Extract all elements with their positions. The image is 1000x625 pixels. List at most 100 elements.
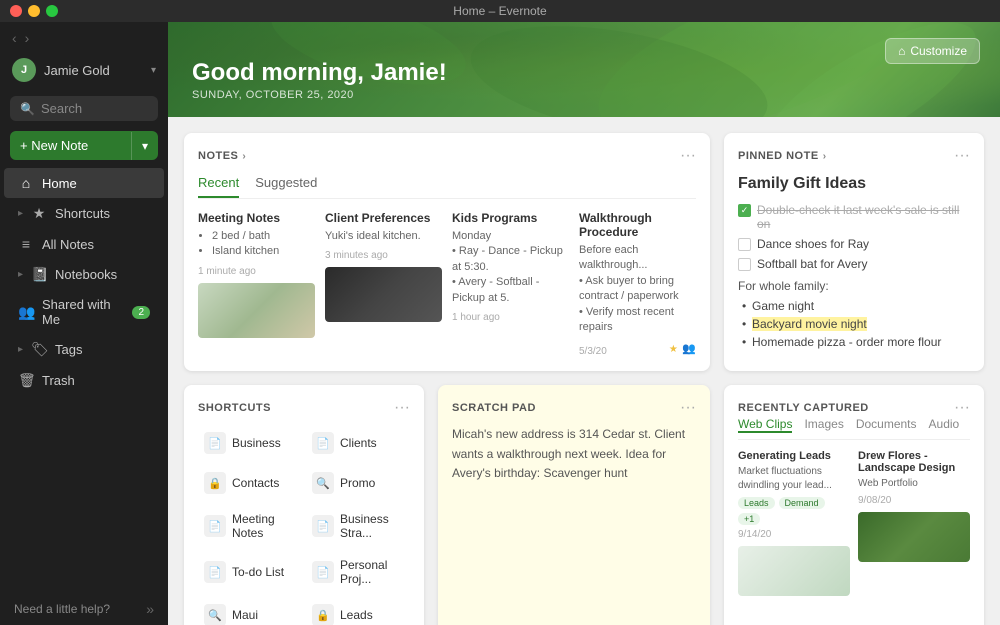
- tags-icon: 🏷: [31, 341, 47, 358]
- note-title: Client Preferences: [325, 211, 442, 225]
- shortcut-business-stra[interactable]: 📄 Business Stra...: [306, 505, 410, 547]
- capture-tabs: Web Clips Images Documents Audio: [738, 417, 970, 440]
- greeting-title: Good morning, Jamie!: [192, 59, 447, 87]
- sidebar-item-notebooks[interactable]: ▸ 📓 Notebooks: [4, 259, 164, 290]
- capture-item-leads[interactable]: Generating Leads Market fluctuations dwi…: [738, 450, 850, 596]
- search-icon: 🔍: [20, 102, 35, 116]
- sidebar-item-home[interactable]: ⌂ Home: [4, 168, 164, 198]
- notes-chevron[interactable]: ›: [242, 151, 246, 162]
- sidebar-item-all-notes[interactable]: ≡ All Notes: [4, 229, 164, 259]
- greeting-text: Good morning, Jamie! SUNDAY, OCTOBER 25,…: [192, 59, 447, 101]
- back-arrow[interactable]: ‹: [12, 30, 17, 46]
- new-note-main[interactable]: + New Note: [10, 131, 131, 160]
- shortcut-label: Maui: [232, 608, 258, 622]
- scratch-title: SCRATCH PAD: [452, 402, 536, 414]
- new-note-label: + New Note: [20, 138, 88, 153]
- sidebar-label-trash: Trash: [42, 373, 75, 388]
- shortcut-business[interactable]: 📄 Business: [198, 425, 302, 461]
- customize-button[interactable]: ⌂ Customize: [885, 38, 980, 64]
- share-icon: 👥: [682, 343, 696, 355]
- shortcut-leads[interactable]: 🔒 Leads: [306, 597, 410, 625]
- search-bar[interactable]: 🔍 Search: [10, 96, 158, 121]
- close-button[interactable]: [10, 5, 22, 17]
- note-item-walkthrough[interactable]: Walkthrough Procedure Before each walkth…: [579, 211, 696, 357]
- checklist-label-1: Double-check it last week's sale is stil…: [757, 203, 970, 231]
- user-menu-chevron: ▾: [151, 65, 156, 76]
- note-thumb-living: [198, 283, 315, 338]
- pinned-subtitle: For whole family:: [738, 279, 970, 293]
- shortcut-contacts[interactable]: 🔒 Contacts: [198, 465, 302, 501]
- shortcut-label: Clients: [340, 436, 377, 450]
- sidebar-label-all-notes: All Notes: [42, 237, 94, 252]
- sidebar-item-shortcuts[interactable]: ▸ ★ Shortcuts: [4, 198, 164, 229]
- shared-badge: 2: [132, 306, 150, 319]
- scratch-pad-card[interactable]: SCRATCH PAD ··· Micah's new address is 3…: [438, 385, 710, 625]
- notes-card: NOTES › ··· Recent Suggested Meeting Not…: [184, 133, 710, 371]
- capture-tab-audio[interactable]: Audio: [929, 417, 960, 433]
- sidebar: ‹ › J Jamie Gold ▾ 🔍 Search + New Note ▾…: [0, 22, 168, 625]
- shortcuts-header: SHORTCUTS ···: [198, 399, 410, 417]
- checkbox-1[interactable]: ✓: [738, 204, 751, 217]
- capture-item-title: Generating Leads: [738, 450, 850, 462]
- sidebar-item-trash[interactable]: 🗑 Trash: [4, 365, 164, 396]
- capture-thumb-garden: [858, 512, 970, 562]
- shortcut-personal[interactable]: 📄 Personal Proj...: [306, 551, 410, 593]
- new-note-button[interactable]: + New Note ▾: [10, 131, 158, 160]
- help-link[interactable]: Need a little help? »: [0, 593, 168, 625]
- shortcut-label: Leads: [340, 608, 373, 622]
- scratch-text[interactable]: Micah's new address is 314 Cedar st. Cli…: [452, 425, 696, 483]
- capture-thumb-leads: [738, 546, 850, 596]
- note-preview: 2 bed / bath Island kitchen: [198, 229, 315, 260]
- scratch-header: SCRATCH PAD ···: [452, 399, 696, 417]
- shortcuts-menu[interactable]: ···: [394, 399, 410, 417]
- sidebar-item-shared[interactable]: 👥 Shared with Me 2: [4, 290, 164, 334]
- capture-tab-documents[interactable]: Documents: [856, 417, 917, 433]
- note-item-meeting[interactable]: Meeting Notes 2 bed / bath Island kitche…: [198, 211, 315, 357]
- collapse-icon[interactable]: »: [146, 601, 154, 617]
- checkbox-2[interactable]: [738, 238, 751, 251]
- capture-tab-images[interactable]: Images: [804, 417, 843, 433]
- shortcut-maui[interactable]: 🔍 Maui: [198, 597, 302, 625]
- note-title: Walkthrough Procedure: [579, 211, 696, 239]
- shortcut-icon: 🔍: [312, 472, 334, 494]
- shortcut-todo[interactable]: 📄 To-do List: [198, 551, 302, 593]
- tab-recent[interactable]: Recent: [198, 175, 239, 198]
- shortcut-promo[interactable]: 🔍 Promo: [306, 465, 410, 501]
- shortcut-label: Contacts: [232, 476, 279, 490]
- window-title: Home – Evernote: [453, 4, 546, 18]
- scratch-menu[interactable]: ···: [680, 399, 696, 417]
- user-profile[interactable]: J Jamie Gold ▾: [0, 52, 168, 88]
- shortcut-label: Promo: [340, 476, 375, 490]
- captured-menu[interactable]: ···: [954, 399, 970, 417]
- checklist-item-3: Softball bat for Avery: [738, 257, 970, 271]
- sidebar-label-shared: Shared with Me: [42, 297, 124, 327]
- pinned-chevron[interactable]: ›: [823, 151, 827, 162]
- note-item-client[interactable]: Client Preferences Yuki's ideal kitchen.…: [325, 211, 442, 357]
- sidebar-label-home: Home: [42, 176, 77, 191]
- capture-date: 9/08/20: [858, 495, 970, 506]
- capture-item-garden[interactable]: Drew Flores - Landscape Design Web Portf…: [858, 450, 970, 596]
- minimize-button[interactable]: [28, 5, 40, 17]
- sidebar-item-tags[interactable]: ▸ 🏷 Tags: [4, 334, 164, 365]
- shortcut-clients[interactable]: 📄 Clients: [306, 425, 410, 461]
- shortcut-meeting-notes[interactable]: 📄 Meeting Notes: [198, 505, 302, 547]
- maximize-button[interactable]: [46, 5, 58, 17]
- nav-arrows: ‹ ›: [0, 30, 168, 52]
- note-item-kids[interactable]: Kids Programs Monday • Ray - Dance - Pic…: [452, 211, 569, 357]
- pinned-menu[interactable]: ···: [954, 147, 970, 165]
- notes-menu[interactable]: ···: [680, 147, 696, 165]
- customize-label: Customize: [910, 44, 967, 58]
- home-icon: ⌂: [18, 175, 34, 191]
- tag-leads[interactable]: Leads: [738, 497, 775, 509]
- captured-header: RECENTLY CAPTURED ···: [738, 399, 970, 417]
- checklist-label-2: Dance shoes for Ray: [757, 237, 869, 251]
- tab-suggested[interactable]: Suggested: [255, 175, 317, 198]
- shared-icon: 👥: [18, 304, 34, 321]
- forward-arrow[interactable]: ›: [25, 30, 30, 46]
- new-note-dropdown[interactable]: ▾: [131, 132, 158, 160]
- tag-more[interactable]: +1: [738, 513, 760, 525]
- shortcut-icon: 📄: [204, 561, 226, 583]
- tag-demand[interactable]: Demand: [779, 497, 825, 509]
- checkbox-3[interactable]: [738, 258, 751, 271]
- capture-tab-webclips[interactable]: Web Clips: [738, 417, 792, 433]
